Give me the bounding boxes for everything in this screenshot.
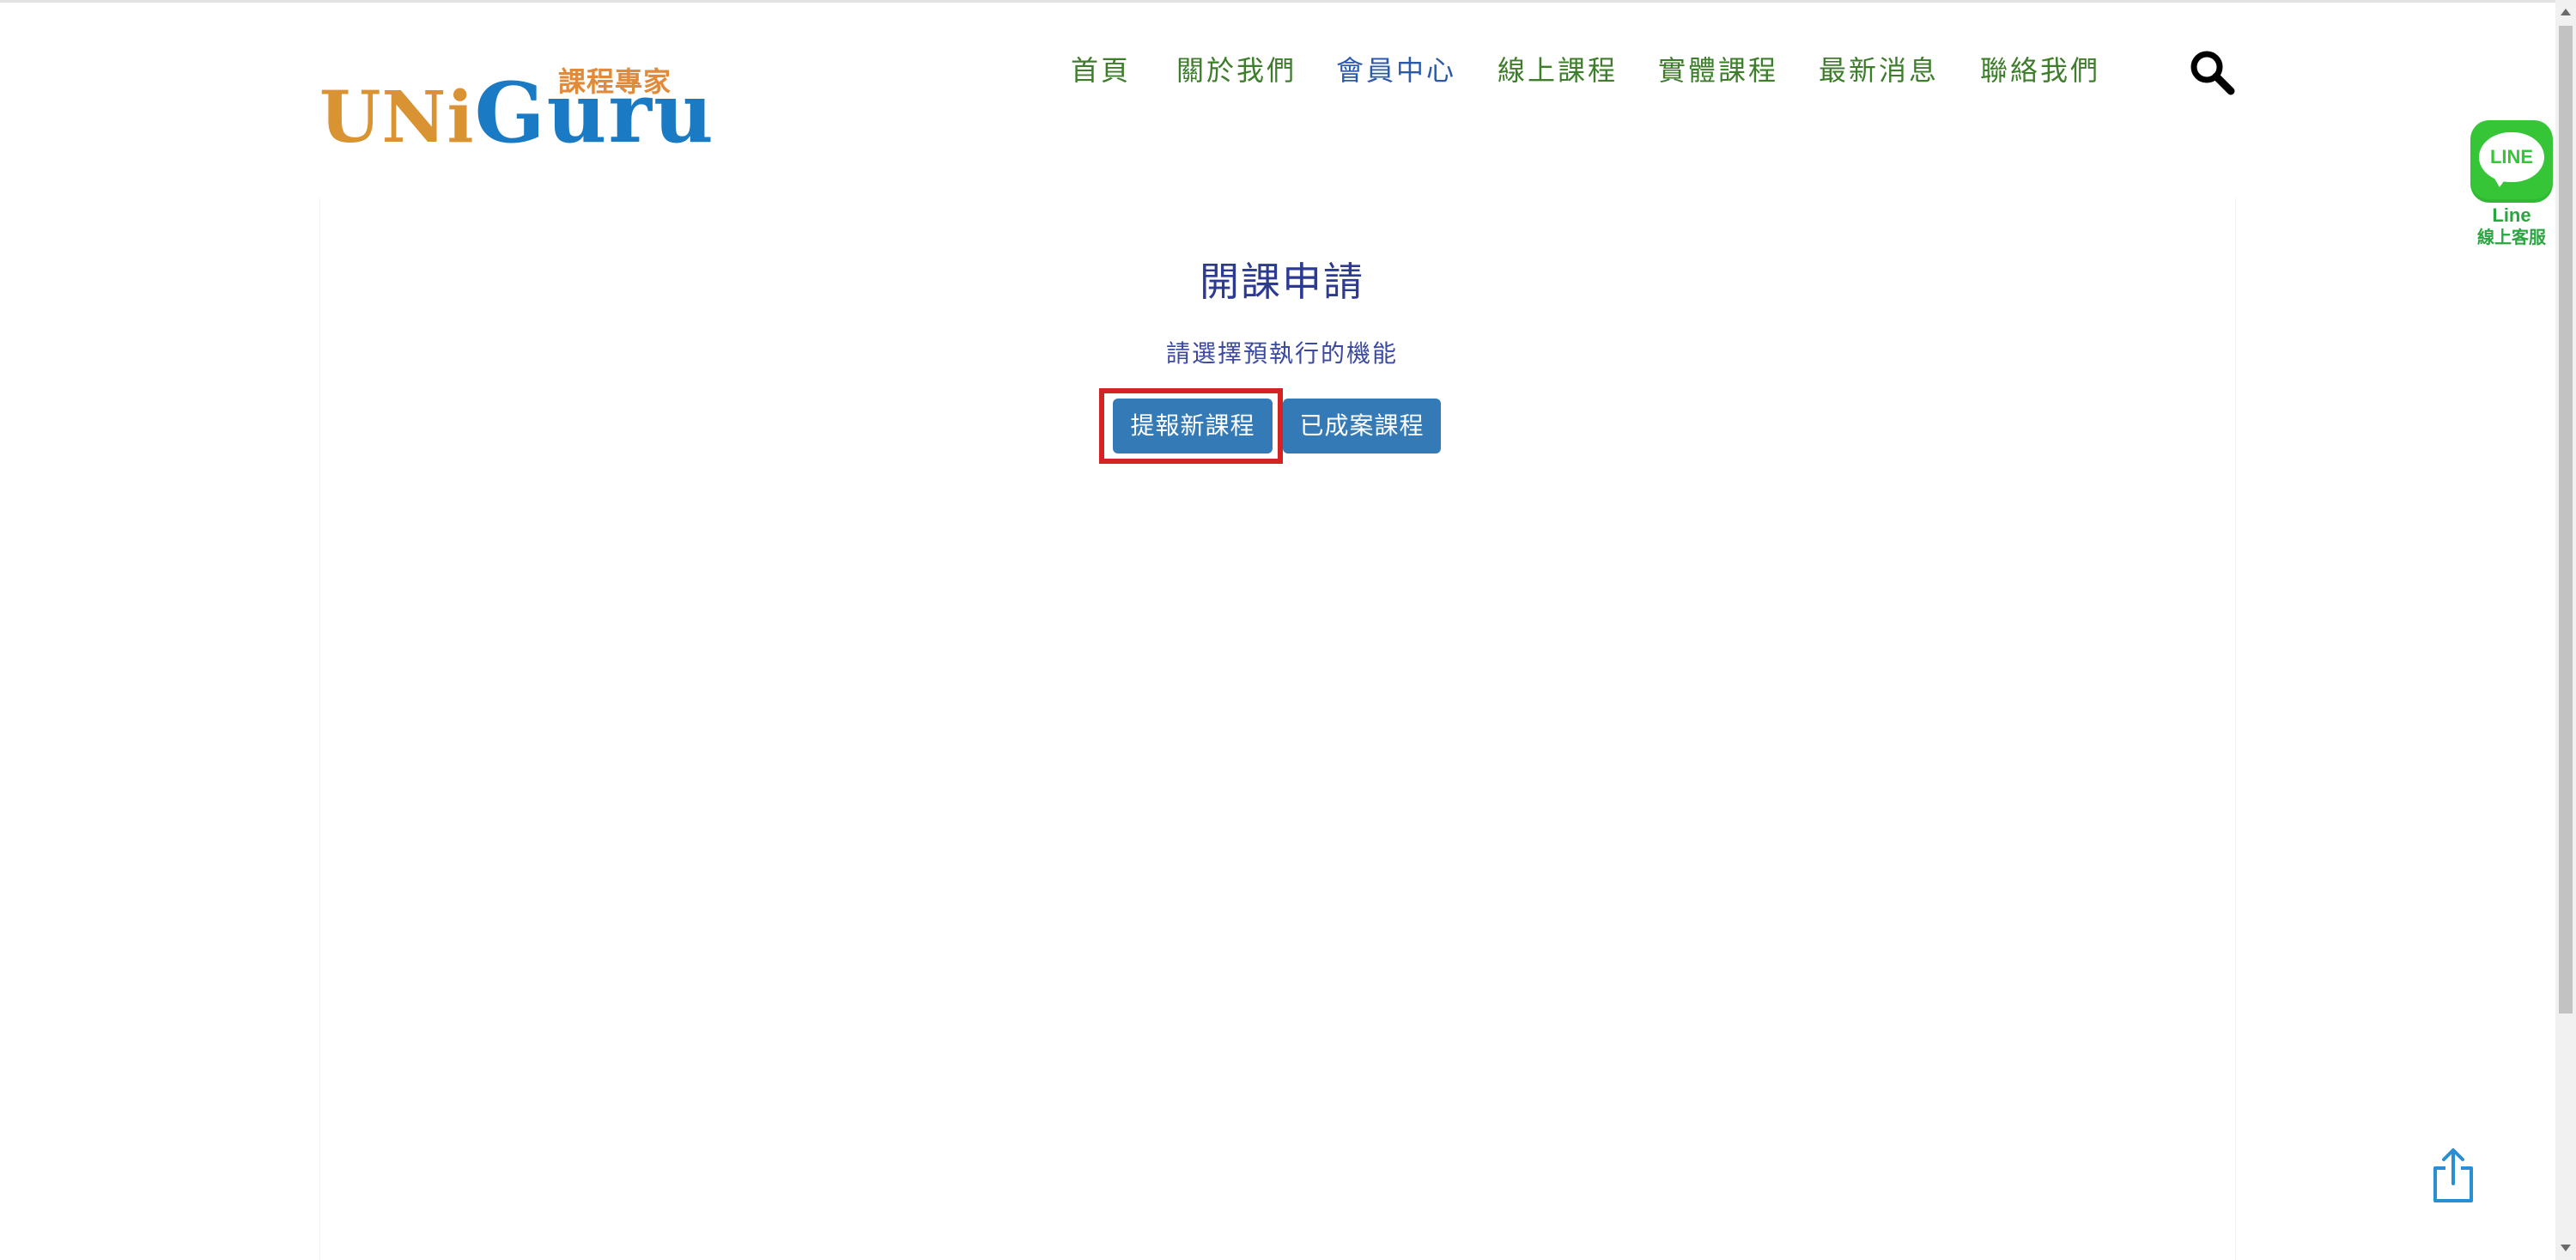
- line-icon-text: LINE: [2489, 146, 2534, 167]
- scroll-down-arrow-icon[interactable]: [2561, 1245, 2571, 1251]
- scrollbar-thumb[interactable]: [2559, 26, 2573, 1013]
- nav-item-home[interactable]: 首頁: [1071, 50, 1131, 91]
- vertical-scrollbar[interactable]: [2555, 0, 2576, 1260]
- nav-item-online-courses[interactable]: 線上課程: [1498, 50, 1618, 91]
- search-icon[interactable]: [2188, 48, 2236, 96]
- share-icon[interactable]: [2428, 1146, 2478, 1206]
- line-icon: LINE: [2470, 120, 2553, 203]
- nav-item-contact[interactable]: 聯絡我們: [1980, 50, 2100, 91]
- page-title: 開課申請: [1200, 259, 1364, 305]
- submit-new-course-button[interactable]: 提報新課程: [1113, 399, 1273, 453]
- nav-item-member-center[interactable]: 會員中心: [1336, 50, 1456, 91]
- page-subtitle: 請選擇預執行的機能: [1165, 339, 1398, 368]
- logo-word-guru: Guru: [474, 64, 715, 161]
- line-label: Line: [2492, 204, 2531, 226]
- scroll-up-arrow-icon[interactable]: [2561, 9, 2571, 15]
- logo-wordmark: UNiGuru: [319, 72, 715, 155]
- nav-item-physical-courses[interactable]: 實體課程: [1658, 50, 1778, 91]
- top-border: [0, 0, 2555, 3]
- site-logo[interactable]: 課程專家 UNiGuru: [319, 57, 714, 156]
- logo-word-uni: UNi: [319, 76, 475, 159]
- line-sublabel: 線上客服: [2477, 227, 2546, 247]
- line-support-badge[interactable]: LINE Line 線上客服: [2470, 120, 2554, 258]
- nav-item-news[interactable]: 最新消息: [1819, 50, 1939, 91]
- nav-item-about[interactable]: 關於我們: [1176, 50, 1297, 91]
- completed-courses-button[interactable]: 已成案課程: [1283, 399, 1441, 453]
